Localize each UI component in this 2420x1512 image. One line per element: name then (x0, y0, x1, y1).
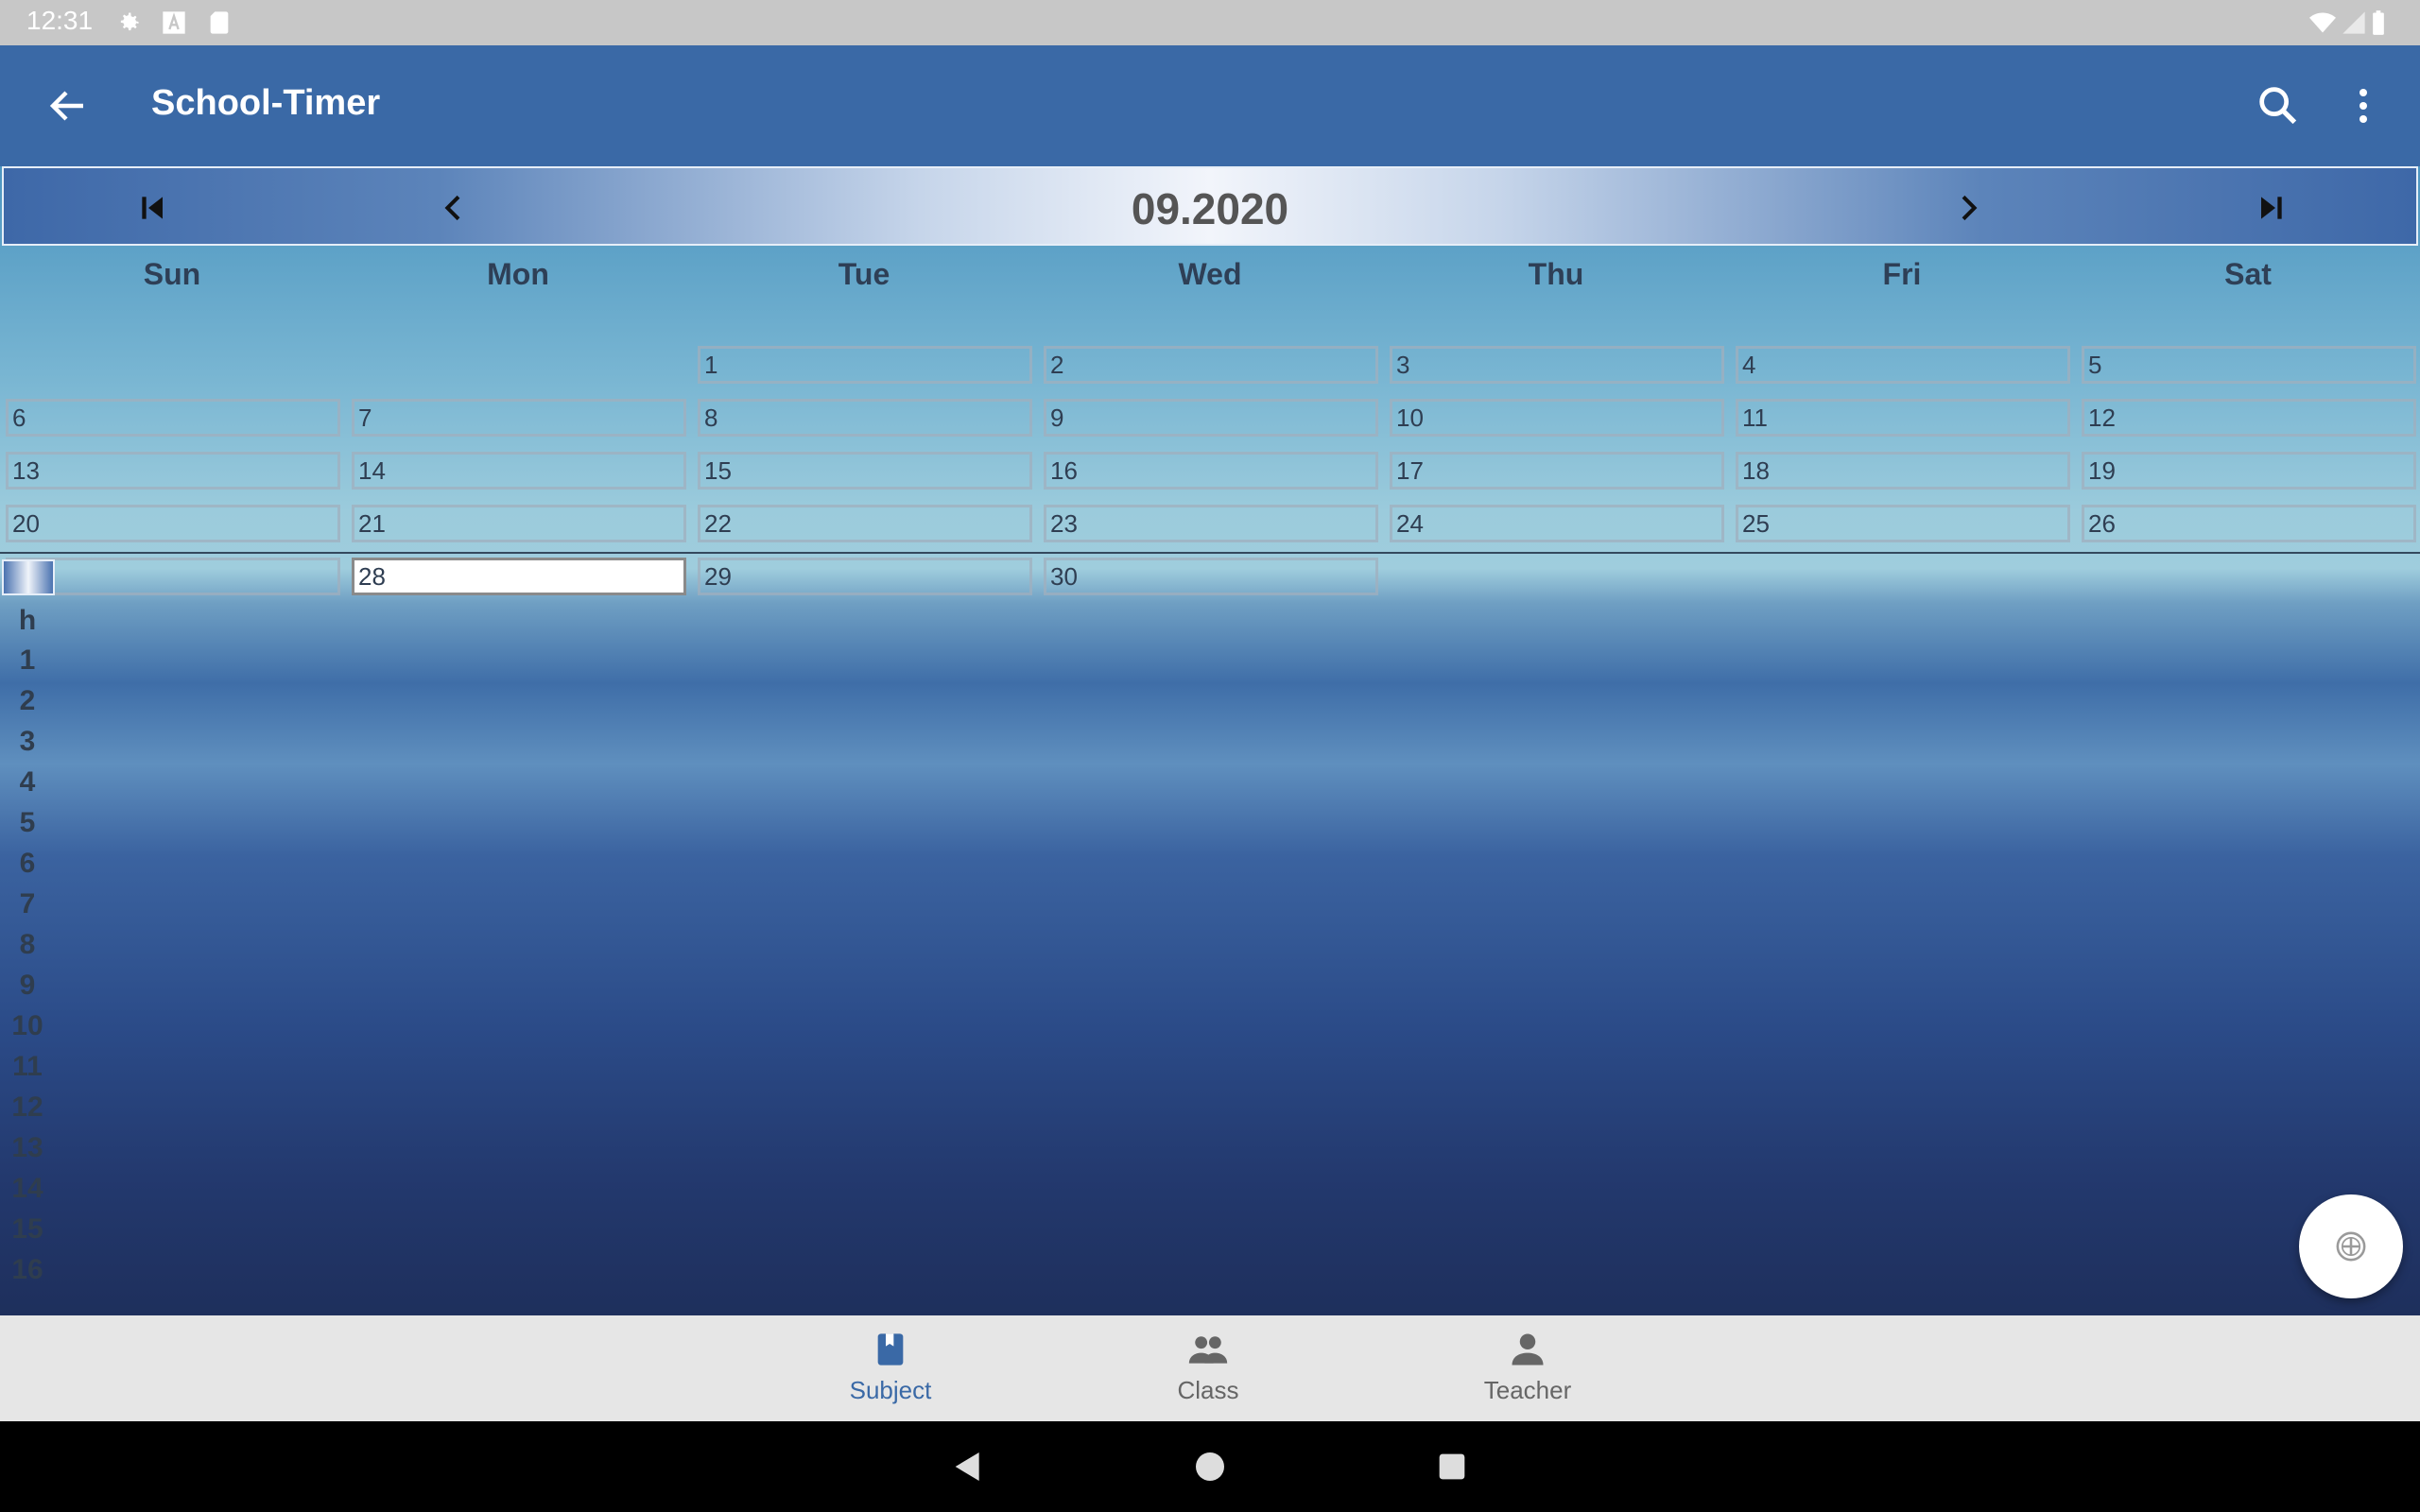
nav-label: Subject (849, 1376, 932, 1404)
group-icon (1188, 1336, 1228, 1364)
calendar-divider (0, 552, 2420, 554)
hour-label: 9 (19, 970, 36, 1001)
weekday-header: Thu (1528, 257, 1584, 291)
weekday-header: Tue (838, 257, 890, 291)
calendar-day-selected[interactable]: 28 (352, 558, 686, 595)
hour-label: 15 (11, 1213, 43, 1245)
main-content: 09.2020 Sun Mon Tue Wed Thu Fri Sat 1234… (0, 166, 2420, 1315)
hour-label: 4 (19, 766, 36, 798)
calendar-day[interactable]: 27 (6, 558, 340, 595)
calendar-day[interactable]: 2 (1044, 346, 1378, 384)
chevron-right-icon[interactable] (1949, 189, 1987, 227)
calendar-day[interactable]: 17 (1390, 452, 1724, 490)
back-triangle-icon[interactable] (949, 1448, 987, 1486)
nav-label: Class (1177, 1376, 1239, 1404)
weekday-header: Sun (143, 257, 201, 291)
app-bar: School-Timer (0, 45, 2420, 166)
person-icon (1512, 1333, 1544, 1366)
home-circle-icon[interactable] (1191, 1448, 1229, 1486)
calendar-day[interactable]: 21 (352, 505, 686, 542)
calendar-day[interactable]: 14 (352, 452, 686, 490)
calendar-day[interactable]: 4 (1736, 346, 2070, 384)
system-navigation-bar (0, 1421, 2420, 1512)
calendar-day[interactable]: 25 (1736, 505, 2070, 542)
calendar-day[interactable]: 29 (698, 558, 1032, 595)
calendar-day[interactable]: 24 (1390, 505, 1724, 542)
battery-icon (2373, 10, 2384, 35)
calendar-day[interactable]: 22 (698, 505, 1032, 542)
month-label: 09.2020 (1131, 184, 1289, 233)
calendar-day[interactable]: 16 (1044, 452, 1378, 490)
hour-label: 14 (11, 1173, 43, 1204)
hour-label: 3 (19, 726, 36, 757)
hour-label: 16 (11, 1254, 43, 1285)
hour-label: 11 (12, 1051, 43, 1082)
nav-item-subject[interactable]: Subject (796, 1329, 985, 1405)
status-bar: 12:31 (0, 0, 2420, 45)
calendar-day[interactable]: 11 (1736, 399, 2070, 437)
back-arrow-icon[interactable] (42, 83, 95, 129)
hour-label: 2 (19, 685, 36, 716)
nav-label: Teacher (1483, 1376, 1572, 1404)
a-icon (163, 11, 185, 34)
nav-item-class[interactable]: Class (1114, 1329, 1303, 1405)
hour-label: 7 (19, 888, 36, 919)
nav-item-teacher[interactable]: Teacher (1433, 1329, 1622, 1405)
hour-label: 8 (19, 929, 36, 960)
hour-label: 10 (11, 1010, 43, 1041)
hour-label: 5 (19, 807, 36, 838)
gear-icon (120, 12, 139, 31)
weekday-header: Fri (1882, 257, 1922, 291)
calendar-day[interactable]: 18 (1736, 452, 2070, 490)
hour-label: 13 (11, 1132, 43, 1163)
last-page-icon[interactable] (2252, 189, 2290, 227)
calendar-day[interactable]: 19 (2082, 452, 2416, 490)
calendar-day[interactable]: 5 (2082, 346, 2416, 384)
weekday-header: Wed (1178, 257, 1242, 291)
calendar-day[interactable]: 3 (1390, 346, 1724, 384)
add-circle-icon (2336, 1231, 2366, 1262)
hours-header-swatch (2, 559, 55, 595)
calendar-day[interactable]: 1 (698, 346, 1032, 384)
book-icon (877, 1333, 904, 1366)
signal-icon (2342, 11, 2365, 34)
calendar-day[interactable]: 26 (2082, 505, 2416, 542)
recents-square-icon[interactable] (1433, 1448, 1471, 1486)
calendar-day[interactable]: 23 (1044, 505, 1378, 542)
wifi-icon (2309, 12, 2336, 33)
calendar-day[interactable]: 8 (698, 399, 1032, 437)
hour-label: 1 (19, 644, 36, 676)
calendar-day[interactable]: 13 (6, 452, 340, 490)
app-title: School-Timer (151, 83, 381, 123)
calendar-day[interactable]: 10 (1390, 399, 1724, 437)
add-fab-button[interactable] (2299, 1194, 2403, 1298)
calendar-day[interactable]: 6 (6, 399, 340, 437)
calendar-day[interactable]: 12 (2082, 399, 2416, 437)
calendar-day[interactable]: 20 (6, 505, 340, 542)
hour-label: 12 (11, 1091, 43, 1123)
calendar-day[interactable]: 30 (1044, 558, 1378, 595)
bottom-navigation: Subject Class Teacher (0, 1315, 2420, 1421)
weekday-header: Sat (2224, 257, 2272, 291)
month-navigation-bar: 09.2020 (2, 166, 2418, 246)
weekday-header: Mon (487, 257, 549, 291)
status-time: 12:31 (26, 6, 94, 35)
more-vert-icon[interactable] (2341, 81, 2386, 130)
sd-card-icon (210, 11, 229, 34)
calendar-day[interactable]: 9 (1044, 399, 1378, 437)
search-icon[interactable] (2254, 81, 2303, 130)
calendar-day[interactable]: 15 (698, 452, 1032, 490)
hours-header: h (18, 605, 37, 636)
hour-label: 6 (19, 848, 36, 879)
calendar-day[interactable]: 7 (352, 399, 686, 437)
